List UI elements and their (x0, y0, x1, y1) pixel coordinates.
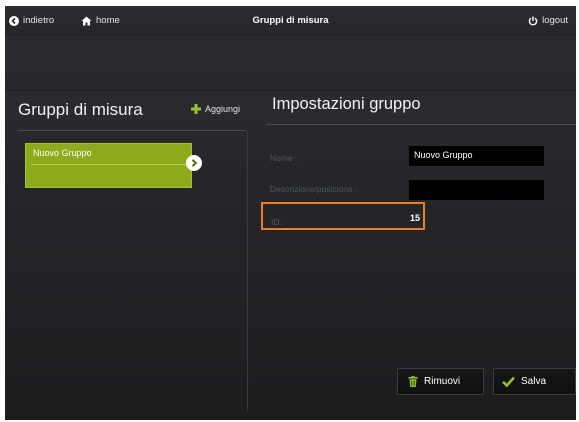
description-field[interactable] (409, 180, 544, 200)
panel-separator (247, 131, 248, 411)
save-button[interactable]: Salva (493, 368, 576, 395)
name-label: Nome : (270, 153, 298, 163)
sub-header-bar (5, 36, 576, 91)
trash-icon (408, 376, 418, 387)
description-label: Descrizione/posizione : (270, 184, 358, 194)
settings-heading: Impostazioni gruppo (272, 95, 421, 113)
add-icon (191, 104, 201, 114)
add-group-label: Aggiungi (205, 104, 241, 114)
group-name: Nuovo Gruppo (33, 148, 92, 158)
logout-button[interactable]: logout (528, 15, 568, 26)
open-group-button[interactable] (186, 155, 202, 171)
id-highlight-box (261, 202, 425, 230)
page-title: Gruppi di misura (252, 15, 329, 26)
group-list-item[interactable]: Nuovo Gruppo (25, 143, 192, 188)
chevron-right-icon (191, 159, 198, 167)
check-icon (502, 376, 515, 387)
logout-label: logout (542, 15, 568, 26)
remove-button[interactable]: Rimuovi (397, 368, 484, 395)
app-window: indietro home Gruppi di misura logout Gr… (5, 6, 576, 420)
logout-icon (528, 16, 538, 25)
name-field[interactable]: Nuovo Gruppo (409, 146, 544, 166)
groups-heading: Gruppi di misura (18, 100, 143, 119)
divider (31, 164, 191, 165)
divider (18, 130, 246, 131)
top-bar: indietro home Gruppi di misura logout (5, 6, 576, 36)
divider (266, 124, 576, 125)
remove-label: Rimuovi (424, 376, 461, 387)
save-label: Salva (521, 376, 547, 387)
add-group-button[interactable]: Aggiungi (191, 104, 240, 114)
